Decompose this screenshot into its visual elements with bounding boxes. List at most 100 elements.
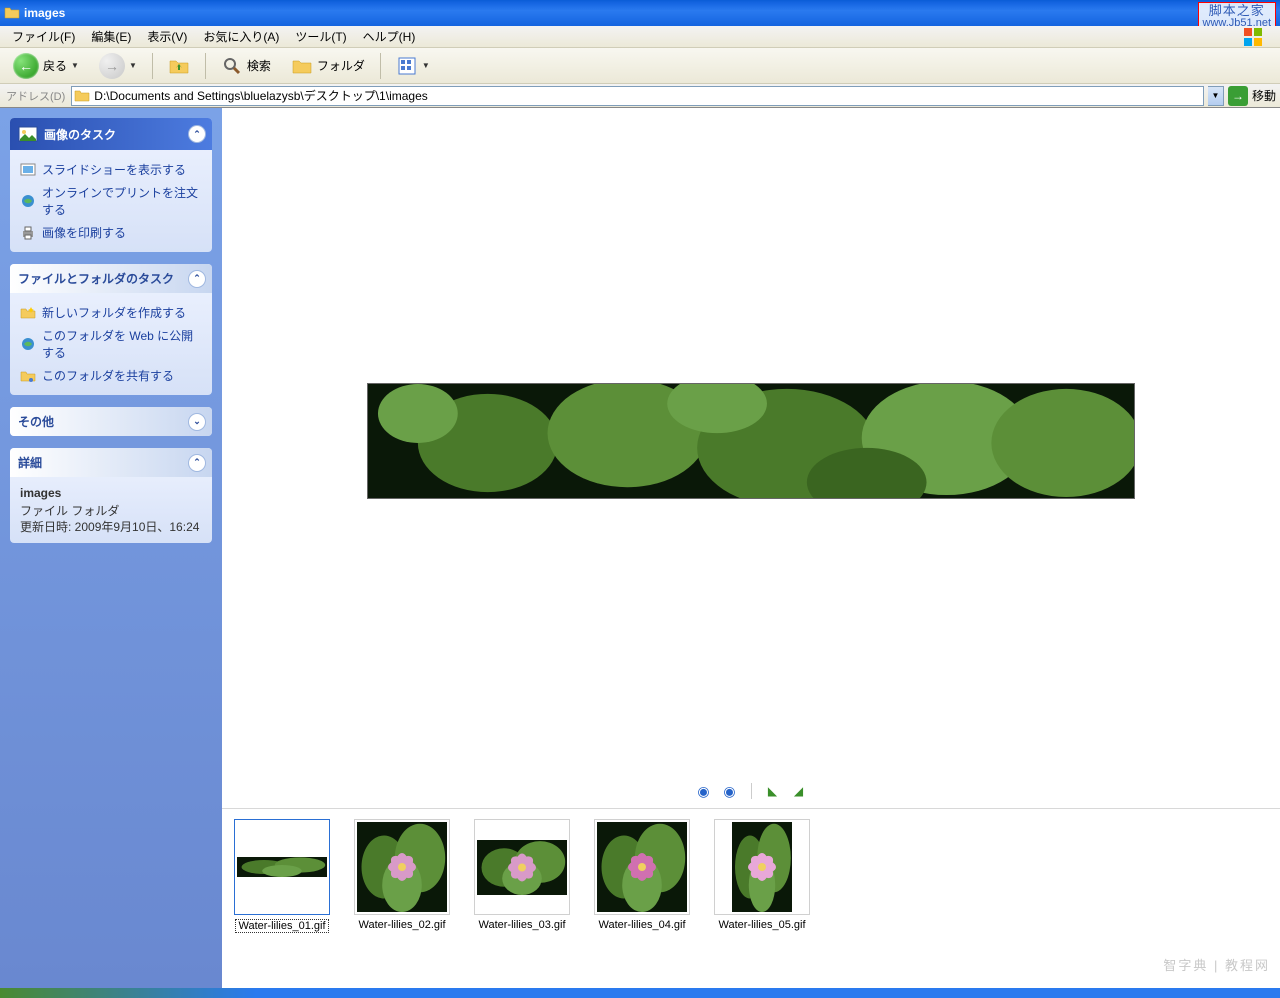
filmstrip-controls: ◉ ◉ ◣ ◢ bbox=[222, 774, 1280, 808]
task-link-label: 画像を印刷する bbox=[42, 224, 126, 241]
address-label: アドレス(D) bbox=[4, 88, 67, 104]
thumbnail-image bbox=[594, 819, 690, 915]
task-slideshow[interactable]: スライドショーを表示する bbox=[20, 158, 202, 181]
prev-image-button[interactable]: ◉ bbox=[695, 782, 713, 800]
share-folder-icon bbox=[20, 368, 36, 384]
picture-icon bbox=[18, 124, 38, 144]
menu-edit[interactable]: 編集(E) bbox=[83, 26, 139, 47]
titlebar: images bbox=[0, 0, 1280, 26]
task-link-label: このフォルダを共有する bbox=[42, 367, 174, 384]
thumbnail-item[interactable]: Water-lilies_01.gif bbox=[232, 819, 332, 933]
windows-logo-icon bbox=[1234, 28, 1274, 46]
forward-arrow-icon: → bbox=[99, 53, 125, 79]
chevron-down-icon: ▼ bbox=[129, 61, 137, 70]
back-button[interactable]: ← 戻る ▼ bbox=[6, 50, 86, 82]
forward-button[interactable]: → ▼ bbox=[92, 50, 144, 82]
taskbar bbox=[0, 988, 1280, 998]
folders-label: フォルダ bbox=[317, 57, 365, 74]
collapse-icon[interactable]: ⌃ bbox=[188, 454, 206, 472]
folder-icon bbox=[74, 88, 90, 104]
thumbnail-label: Water-lilies_05.gif bbox=[718, 919, 805, 931]
thumbnail-item[interactable]: Water-lilies_03.gif bbox=[472, 819, 572, 931]
thumbnail-label: Water-lilies_03.gif bbox=[478, 919, 565, 931]
details-name: images bbox=[20, 485, 202, 501]
details-body: images ファイル フォルダ 更新日時: 2009年9月10日、16:24 bbox=[10, 477, 212, 543]
sidebar: 画像のタスク ⌃ スライドショーを表示する オンラインでプリントを注文する 画像… bbox=[0, 108, 222, 988]
views-button[interactable]: ▼ bbox=[389, 52, 437, 80]
separator bbox=[751, 783, 752, 799]
folder-tasks-body: 新しいフォルダを作成する このフォルダを Web に公開する このフォルダを共有… bbox=[10, 293, 212, 395]
thumbnail-item[interactable]: Water-lilies_05.gif bbox=[712, 819, 812, 931]
preview-area bbox=[222, 108, 1280, 774]
details-panel: 詳細 ⌃ images ファイル フォルダ 更新日時: 2009年9月10日、1… bbox=[10, 448, 212, 543]
folder-icon bbox=[4, 5, 20, 21]
thumbnails-strip: Water-lilies_01.gif Water-lilies_02.gif Wa… bbox=[222, 808, 1280, 988]
menu-tools[interactable]: ツール(T) bbox=[287, 26, 354, 47]
address-input[interactable] bbox=[94, 89, 1201, 103]
views-icon bbox=[396, 55, 418, 77]
image-tasks-body: スライドショーを表示する オンラインでプリントを注文する 画像を印刷する bbox=[10, 150, 212, 252]
other-header[interactable]: その他 ⌄ bbox=[10, 407, 212, 436]
address-dropdown[interactable]: ▼ bbox=[1208, 86, 1224, 106]
chevron-down-icon: ▼ bbox=[71, 61, 79, 70]
toolbar: ← 戻る ▼ → ▼ 検索 フォルダ ▼ bbox=[0, 48, 1280, 84]
details-modified: 更新日時: 2009年9月10日、16:24 bbox=[20, 519, 202, 535]
thumbnail-image bbox=[234, 819, 330, 915]
folders-icon bbox=[291, 55, 313, 77]
rotate-ccw-button[interactable]: ◣ bbox=[764, 782, 782, 800]
thumbnail-label: Water-lilies_01.gif bbox=[235, 919, 328, 933]
folder-tasks-panel: ファイルとフォルダのタスク ⌃ 新しいフォルダを作成する このフォルダを Web… bbox=[10, 264, 212, 395]
menu-file[interactable]: ファイル(F) bbox=[4, 26, 83, 47]
back-label: 戻る bbox=[43, 57, 67, 74]
thumbnail-image bbox=[474, 819, 570, 915]
details-header[interactable]: 詳細 ⌃ bbox=[10, 448, 212, 477]
thumbnail-label: Water-lilies_02.gif bbox=[358, 919, 445, 931]
other-title: その他 bbox=[18, 413, 54, 430]
go-button[interactable]: → bbox=[1228, 86, 1248, 106]
image-tasks-header[interactable]: 画像のタスク ⌃ bbox=[10, 118, 212, 150]
separator bbox=[380, 53, 381, 79]
task-order-prints[interactable]: オンラインでプリントを注文する bbox=[20, 181, 202, 221]
watermark-chars: 脚本之家 bbox=[1203, 5, 1271, 17]
folder-up-icon bbox=[168, 55, 190, 77]
thumbnail-image bbox=[714, 819, 810, 915]
printer-icon bbox=[20, 225, 36, 241]
thumbnail-item[interactable]: Water-lilies_02.gif bbox=[352, 819, 452, 931]
menu-favorites[interactable]: お気に入り(A) bbox=[195, 26, 287, 47]
preview-image bbox=[367, 383, 1135, 499]
search-button[interactable]: 検索 bbox=[214, 52, 278, 80]
separator bbox=[205, 53, 206, 79]
folder-tasks-header[interactable]: ファイルとフォルダのタスク ⌃ bbox=[10, 264, 212, 293]
details-type: ファイル フォルダ bbox=[20, 503, 202, 519]
task-share[interactable]: このフォルダを共有する bbox=[20, 364, 202, 387]
up-button[interactable] bbox=[161, 52, 197, 80]
separator bbox=[152, 53, 153, 79]
window-title: images bbox=[24, 6, 1276, 20]
other-panel: その他 ⌄ bbox=[10, 407, 212, 436]
search-label: 検索 bbox=[247, 57, 271, 74]
globe-icon bbox=[20, 193, 36, 209]
image-tasks-title: 画像のタスク bbox=[44, 126, 116, 143]
next-image-button[interactable]: ◉ bbox=[721, 782, 739, 800]
go-label: 移動 bbox=[1252, 87, 1276, 104]
expand-icon[interactable]: ⌄ bbox=[188, 413, 206, 431]
thumbnail-item[interactable]: Water-lilies_04.gif bbox=[592, 819, 692, 931]
task-link-label: このフォルダを Web に公開する bbox=[42, 327, 202, 361]
collapse-icon[interactable]: ⌃ bbox=[188, 125, 206, 143]
addressbar: アドレス(D) ▼ → 移動 bbox=[0, 84, 1280, 108]
address-input-wrap[interactable] bbox=[71, 86, 1204, 106]
task-new-folder[interactable]: 新しいフォルダを作成する bbox=[20, 301, 202, 324]
folders-button[interactable]: フォルダ bbox=[284, 52, 372, 80]
thumbnail-image bbox=[354, 819, 450, 915]
task-publish-web[interactable]: このフォルダを Web に公開する bbox=[20, 324, 202, 364]
image-tasks-panel: 画像のタスク ⌃ スライドショーを表示する オンラインでプリントを注文する 画像… bbox=[10, 118, 212, 252]
menu-help[interactable]: ヘルプ(H) bbox=[355, 26, 424, 47]
watermark-bottom-right: 智字典 | 教程网 bbox=[1163, 955, 1270, 974]
rotate-cw-button[interactable]: ◢ bbox=[790, 782, 808, 800]
main-area: 画像のタスク ⌃ スライドショーを表示する オンラインでプリントを注文する 画像… bbox=[0, 108, 1280, 988]
back-arrow-icon: ← bbox=[13, 53, 39, 79]
menu-view[interactable]: 表示(V) bbox=[139, 26, 195, 47]
task-print[interactable]: 画像を印刷する bbox=[20, 221, 202, 244]
collapse-icon[interactable]: ⌃ bbox=[188, 270, 206, 288]
new-folder-icon bbox=[20, 305, 36, 321]
